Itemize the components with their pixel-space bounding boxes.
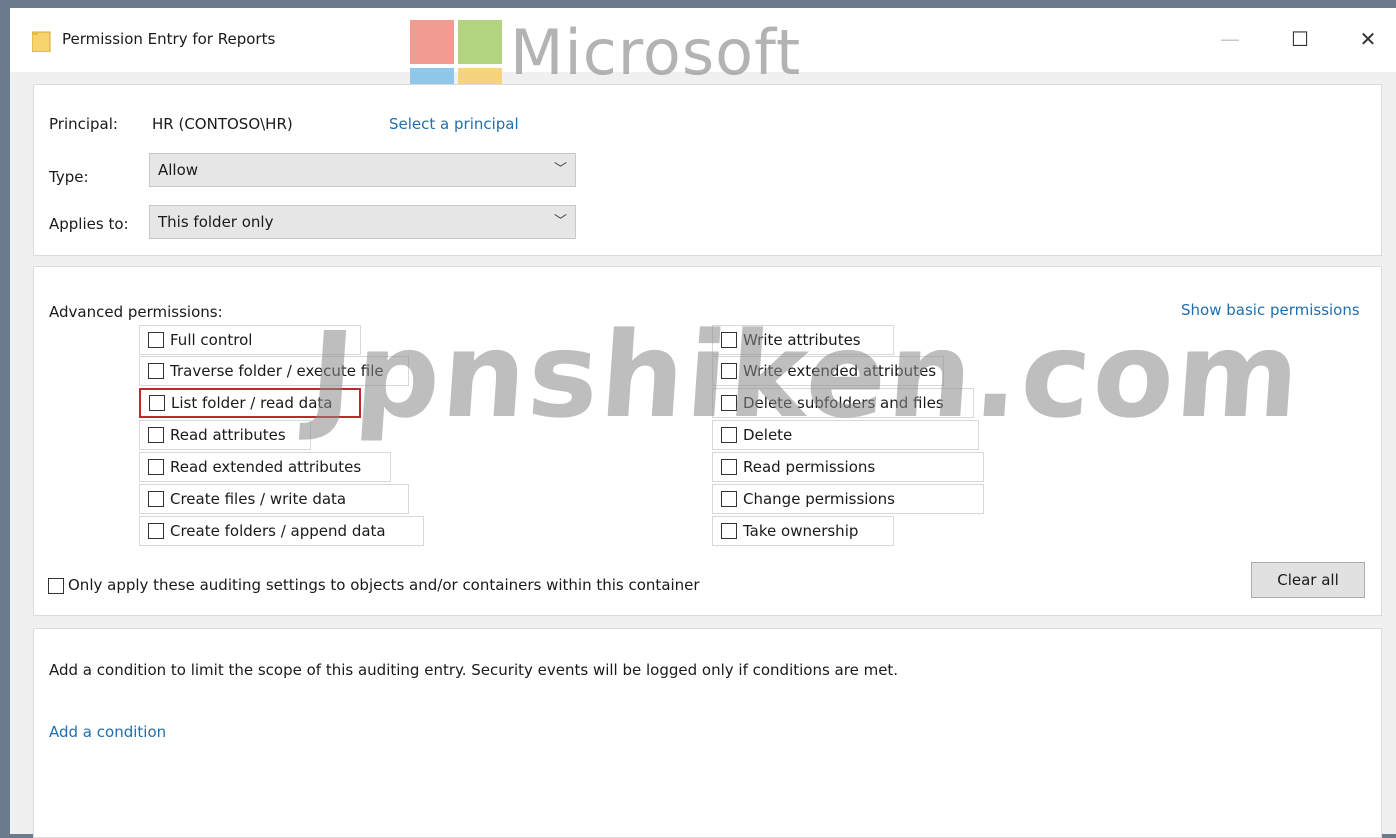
perm-label: Traverse folder / execute file	[170, 362, 384, 380]
perm-read-attributes[interactable]: Read attributes	[139, 420, 311, 450]
perm-label: List folder / read data	[171, 394, 333, 412]
condition-panel: Add a condition to limit the scope of th…	[33, 628, 1382, 838]
only-apply-checkbox[interactable]	[48, 578, 64, 594]
minimize-button[interactable]: —	[1210, 22, 1250, 56]
add-condition-link[interactable]: Add a condition	[49, 723, 166, 741]
folder-icon	[32, 31, 51, 52]
type-label: Type:	[49, 168, 89, 186]
window-title: Permission Entry for Reports	[62, 30, 276, 48]
type-select-value: Allow	[158, 161, 199, 179]
logo-tile-red	[410, 20, 454, 64]
perm-take-ownership[interactable]: Take ownership	[712, 516, 894, 546]
advanced-permissions-label: Advanced permissions:	[49, 303, 223, 321]
chevron-down-icon: ﹀	[553, 162, 567, 177]
perm-label: Create folders / append data	[170, 522, 386, 540]
perm-read-permissions[interactable]: Read permissions	[712, 452, 984, 482]
perm-write-extended-attributes[interactable]: Write extended attributes	[712, 356, 944, 386]
principal-label: Principal:	[49, 115, 118, 133]
checkbox[interactable]	[148, 363, 164, 379]
perm-delete-subfolders[interactable]: Delete subfolders and files	[712, 388, 974, 418]
perm-label: Read permissions	[743, 458, 876, 476]
checkbox[interactable]	[721, 332, 737, 348]
perm-label: Delete	[743, 426, 793, 444]
perm-full-control[interactable]: Full control	[139, 325, 361, 355]
applies-to-label: Applies to:	[49, 215, 129, 233]
perm-read-extended-attributes[interactable]: Read extended attributes	[139, 452, 391, 482]
checkbox[interactable]	[148, 459, 164, 475]
checkbox[interactable]	[721, 459, 737, 475]
logo-tile-green	[458, 20, 502, 64]
type-select[interactable]: Allow ﹀	[149, 153, 576, 187]
principal-panel: Principal: HR (CONTOSO\HR) Select a prin…	[33, 84, 1382, 256]
perm-change-permissions[interactable]: Change permissions	[712, 484, 984, 514]
perm-create-files[interactable]: Create files / write data	[139, 484, 409, 514]
perm-list-folder[interactable]: List folder / read data	[139, 388, 361, 418]
checkbox[interactable]	[721, 427, 737, 443]
perm-traverse-folder[interactable]: Traverse folder / execute file	[139, 356, 409, 386]
checkbox[interactable]	[721, 491, 737, 507]
perm-delete[interactable]: Delete	[712, 420, 979, 450]
perm-label: Take ownership	[743, 522, 859, 540]
maximize-button[interactable]: ☐	[1280, 22, 1320, 56]
perm-label: Write extended attributes	[743, 362, 937, 380]
perm-write-attributes[interactable]: Write attributes	[712, 325, 894, 355]
applies-to-select[interactable]: This folder only ﹀	[149, 205, 576, 239]
perm-label: Change permissions	[743, 490, 895, 508]
microsoft-watermark: Microsoft	[510, 16, 802, 89]
condition-description: Add a condition to limit the scope of th…	[49, 661, 899, 679]
permission-entry-dialog: Permission Entry for Reports — ☐ ✕ Micro…	[10, 8, 1396, 838]
advanced-permissions-panel: Advanced permissions: Show basic permiss…	[33, 266, 1382, 616]
checkbox[interactable]	[148, 427, 164, 443]
only-apply-label: Only apply these auditing settings to ob…	[68, 576, 700, 594]
close-button[interactable]: ✕	[1348, 22, 1388, 56]
show-basic-permissions-link[interactable]: Show basic permissions	[1181, 301, 1360, 319]
checkbox[interactable]	[721, 395, 737, 411]
checkbox[interactable]	[721, 363, 737, 379]
clear-all-button[interactable]: Clear all	[1251, 562, 1365, 598]
perm-label: Read extended attributes	[170, 458, 362, 476]
perm-label: Create files / write data	[170, 490, 347, 508]
perm-label: Read attributes	[170, 426, 286, 444]
perm-label: Delete subfolders and files	[743, 394, 944, 412]
perm-label: Full control	[170, 331, 253, 349]
checkbox[interactable]	[721, 523, 737, 539]
checkbox[interactable]	[149, 395, 165, 411]
checkbox[interactable]	[148, 523, 164, 539]
perm-create-folders[interactable]: Create folders / append data	[139, 516, 424, 546]
select-principal-link[interactable]: Select a principal	[389, 115, 519, 133]
principal-value: HR (CONTOSO\HR)	[152, 115, 293, 133]
chevron-down-icon: ﹀	[553, 214, 567, 229]
applies-to-select-value: This folder only	[158, 213, 274, 231]
checkbox[interactable]	[148, 332, 164, 348]
perm-label: Write attributes	[743, 331, 861, 349]
checkbox[interactable]	[148, 491, 164, 507]
